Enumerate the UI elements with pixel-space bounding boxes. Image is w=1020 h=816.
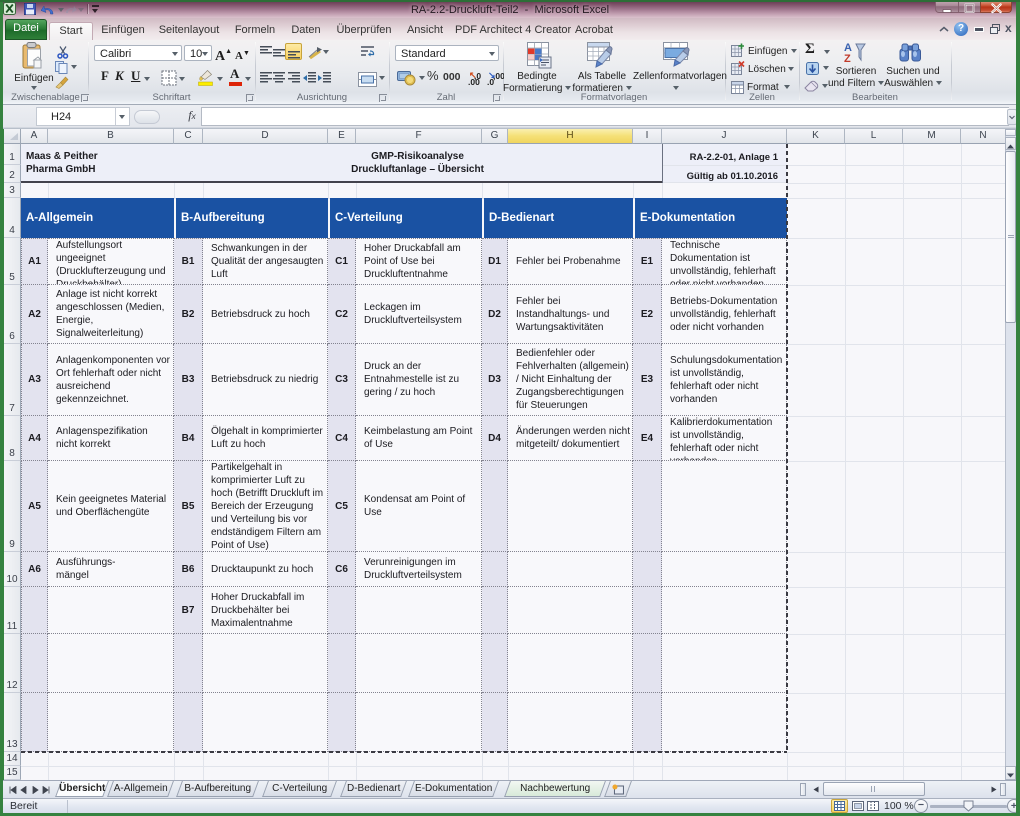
svg-text:,0: ,0 xyxy=(487,77,494,85)
svg-text:Z: Z xyxy=(844,53,851,64)
svg-text:,00: ,00 xyxy=(468,77,480,85)
